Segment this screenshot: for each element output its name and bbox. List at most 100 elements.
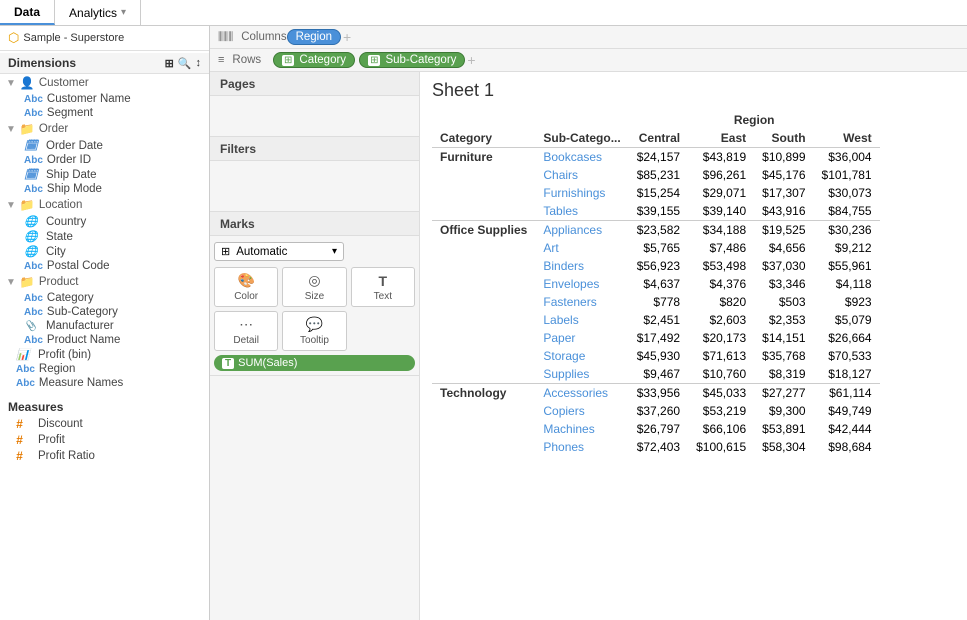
profit-label: Profit xyxy=(38,434,65,446)
marks-type-dropdown[interactable]: ⊞ Automatic ▾ xyxy=(214,242,344,261)
mark-tooltip-btn[interactable]: 💬 Tooltip xyxy=(282,311,346,351)
mark-size-btn[interactable]: ◎ Size xyxy=(282,267,346,307)
sub-category-cell[interactable]: Furnishings xyxy=(535,184,628,202)
item-state[interactable]: 🌐 State xyxy=(0,229,209,244)
group-order-header[interactable]: ▼ 📁 Order xyxy=(0,120,209,138)
sub-category-cell[interactable]: Supplies xyxy=(535,365,628,384)
tab-analytics[interactable]: Analytics ▾ xyxy=(55,0,141,25)
item-postal-code[interactable]: Abc Postal Code xyxy=(0,259,209,273)
order-date-label: Order Date xyxy=(46,140,103,152)
item-discount[interactable]: # Discount xyxy=(0,416,209,432)
grid-icon[interactable]: ⊞ xyxy=(165,57,174,70)
tooltip-mark-icon: 💬 xyxy=(306,316,323,333)
order-arrow-icon: ▼ xyxy=(6,124,16,135)
item-product-name[interactable]: Abc Product Name xyxy=(0,333,209,347)
profit-ratio-label: Profit Ratio xyxy=(38,450,95,462)
columns-add-icon[interactable]: + xyxy=(343,29,351,45)
order-id-label: Order ID xyxy=(47,154,91,166)
group-location-header[interactable]: ▼ 📁 Location xyxy=(0,196,209,214)
west-value-cell: $4,118 xyxy=(814,275,880,293)
main-layout: ⬡ Sample - Superstore Dimensions ⊞ 🔍 ↕ ▼… xyxy=(0,26,967,620)
region-super-header: Region xyxy=(629,111,880,129)
sub-category-cell[interactable]: Accessories xyxy=(535,384,628,403)
product-group-label: Product xyxy=(39,276,79,288)
west-value-cell: $26,664 xyxy=(814,329,880,347)
item-country[interactable]: 🌐 Country xyxy=(0,214,209,229)
rows-pill-category-label: Category xyxy=(299,54,346,66)
west-value-cell: $84,755 xyxy=(814,202,880,221)
marks-dropdown-chevron: ▾ xyxy=(332,246,337,257)
group-customer-header[interactable]: ▼ 👤 Customer xyxy=(0,74,209,92)
item-region[interactable]: Abc Region xyxy=(0,362,209,376)
east-value-cell: $71,613 xyxy=(688,347,754,365)
item-ship-mode[interactable]: Abc Ship Mode xyxy=(0,182,209,196)
rows-pill-sub-category[interactable]: ⊞ Sub-Category xyxy=(359,52,465,68)
rows-add-icon[interactable]: + xyxy=(467,52,475,68)
mark-text-btn[interactable]: T Text xyxy=(351,267,415,307)
item-segment[interactable]: Abc Segment xyxy=(0,106,209,120)
item-profit[interactable]: # Profit xyxy=(0,432,209,448)
mark-detail-btn[interactable]: ⋯ Detail xyxy=(214,311,278,351)
sub-category-cell[interactable]: Chairs xyxy=(535,166,628,184)
item-measure-names[interactable]: Abc Measure Names xyxy=(0,376,209,390)
sub-category-cell[interactable]: Appliances xyxy=(535,221,628,240)
sub-category-cell[interactable]: Tables xyxy=(535,202,628,221)
columns-pill-region[interactable]: Region xyxy=(287,29,341,45)
sub-category-cell[interactable]: Envelopes xyxy=(535,275,628,293)
item-profit-bin[interactable]: 📊 Profit (bin) xyxy=(0,347,209,362)
east-value-cell: $2,603 xyxy=(688,311,754,329)
sum-sales-pill[interactable]: T SUM(Sales) xyxy=(214,355,415,371)
measures-section: Measures # Discount # Profit # Profit Ra… xyxy=(0,392,209,468)
central-value-cell: $23,582 xyxy=(629,221,688,240)
discount-label: Discount xyxy=(38,418,83,430)
item-order-date[interactable]: 🗓 Order Date xyxy=(0,138,209,153)
type-icon-discount: # xyxy=(16,417,34,431)
type-icon-category: Abc xyxy=(24,293,43,304)
sub-category-cell[interactable]: Storage xyxy=(535,347,628,365)
group-product-header[interactable]: ▼ 📁 Product xyxy=(0,273,209,291)
sub-category-cell[interactable]: Paper xyxy=(535,329,628,347)
text-mark-icon: T xyxy=(379,273,388,289)
columns-shelf-text: Columns xyxy=(241,31,286,43)
sub-category-cell[interactable]: Binders xyxy=(535,257,628,275)
group-product: ▼ 📁 Product Abc Category Abc Sub-Categor… xyxy=(0,273,209,347)
south-value-cell: $2,353 xyxy=(754,311,813,329)
sub-category-cell[interactable]: Art xyxy=(535,239,628,257)
item-ship-date[interactable]: 🗓 Ship Date xyxy=(0,167,209,182)
region-super-header-row: Region xyxy=(432,111,880,129)
state-label: State xyxy=(46,231,73,243)
rows-pill-category[interactable]: ⊞ Category xyxy=(273,52,355,68)
customer-arrow-icon: ▼ xyxy=(6,78,16,89)
sub-category-cell[interactable]: Copiers xyxy=(535,402,628,420)
sub-category-cell[interactable]: Labels xyxy=(535,311,628,329)
item-sub-category[interactable]: Abc Sub-Category xyxy=(0,305,209,319)
central-value-cell: $5,765 xyxy=(629,239,688,257)
item-profit-ratio[interactable]: # Profit Ratio xyxy=(0,448,209,464)
col-header-row: Category Sub-Catego... Central East Sout… xyxy=(432,129,880,148)
item-category[interactable]: Abc Category xyxy=(0,291,209,305)
sub-category-cell[interactable]: Phones xyxy=(535,438,628,456)
central-value-cell: $85,231 xyxy=(629,166,688,184)
tab-data[interactable]: Data xyxy=(0,0,55,25)
mark-color-btn[interactable]: 🎨 Color xyxy=(214,267,278,307)
search-icon[interactable]: 🔍 xyxy=(178,57,192,70)
table-row: TechnologyAccessories$33,956$45,033$27,2… xyxy=(432,384,880,403)
sub-category-cell[interactable]: Fasteners xyxy=(535,293,628,311)
product-group-icon: 📁 xyxy=(20,275,35,289)
profit-bin-label: Profit (bin) xyxy=(38,349,91,361)
item-customer-name[interactable]: Abc Customer Name xyxy=(0,92,209,106)
type-icon-manufacturer: 📎 xyxy=(24,321,42,332)
west-value-cell: $101,781 xyxy=(814,166,880,184)
type-icon-profit-ratio: # xyxy=(16,449,34,463)
location-group-icon: 📁 xyxy=(20,198,35,212)
customer-name-label: Customer Name xyxy=(47,93,131,105)
sub-category-cell[interactable]: Bookcases xyxy=(535,148,628,167)
sort-icon[interactable]: ↕ xyxy=(196,57,202,70)
item-city[interactable]: 🌐 City xyxy=(0,244,209,259)
sub-category-cell[interactable]: Machines xyxy=(535,420,628,438)
data-source[interactable]: ⬡ Sample - Superstore xyxy=(0,26,209,51)
left-panel: Pages Filters Marks ⊞ Automatic ▾ xyxy=(210,72,420,620)
item-manufacturer[interactable]: 📎 Manufacturer xyxy=(0,319,209,333)
item-order-id[interactable]: Abc Order ID xyxy=(0,153,209,167)
dimensions-section: Dimensions ⊞ 🔍 ↕ ▼ 👤 Customer Abc Custom… xyxy=(0,51,209,392)
